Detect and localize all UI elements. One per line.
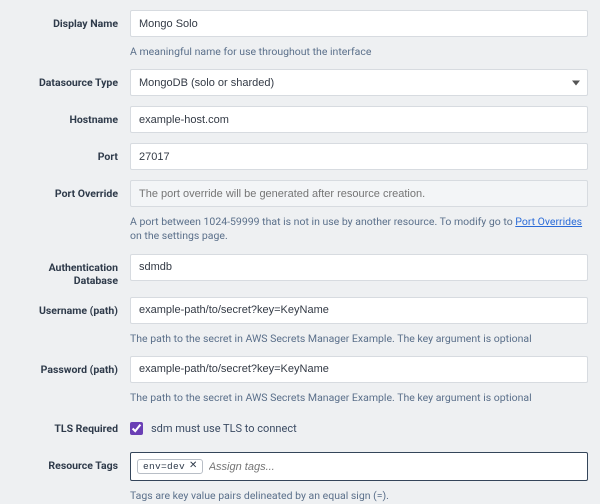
tag-remove-icon[interactable]: ✕ [189, 462, 198, 472]
password-label: Password (path) [12, 356, 130, 376]
port-label: Port [12, 143, 130, 163]
port-override-hint: A port between 1024-59999 that is not in… [130, 215, 588, 243]
hostname-label: Hostname [12, 106, 130, 126]
tls-checkbox-label: sdm must use TLS to connect [151, 422, 297, 435]
port-override-input [130, 180, 588, 207]
username-label: Username (path) [12, 297, 130, 317]
tags-box[interactable]: env=dev ✕ [130, 452, 588, 481]
datasource-type-select[interactable]: MongoDB (solo or sharded) [130, 69, 588, 96]
port-override-label: Port Override [12, 180, 130, 200]
datasource-type-label: Datasource Type [12, 69, 130, 89]
tls-checkbox[interactable] [130, 422, 143, 435]
display-name-input[interactable] [130, 10, 588, 37]
auth-database-input[interactable] [130, 254, 588, 281]
tag-chip-text: env=dev [143, 461, 185, 472]
password-input[interactable] [130, 356, 588, 383]
display-name-hint: A meaningful name for use throughout the… [130, 45, 588, 59]
hostname-input[interactable] [130, 106, 588, 133]
password-hint: The path to the secret in AWS Secrets Ma… [130, 391, 588, 405]
tags-input[interactable] [209, 461, 581, 473]
auth-database-label: Authentication Database [12, 254, 130, 287]
port-input[interactable] [130, 143, 588, 170]
tags-hint: Tags are key value pairs delineated by a… [130, 489, 588, 503]
tls-label: TLS Required [12, 415, 130, 435]
username-input[interactable] [130, 297, 588, 324]
tags-label: Resource Tags [12, 452, 130, 472]
username-hint: The path to the secret in AWS Secrets Ma… [130, 332, 588, 346]
port-overrides-link[interactable]: Port Overrides [515, 215, 582, 228]
tag-chip[interactable]: env=dev ✕ [137, 459, 203, 474]
display-name-label: Display Name [12, 10, 130, 30]
